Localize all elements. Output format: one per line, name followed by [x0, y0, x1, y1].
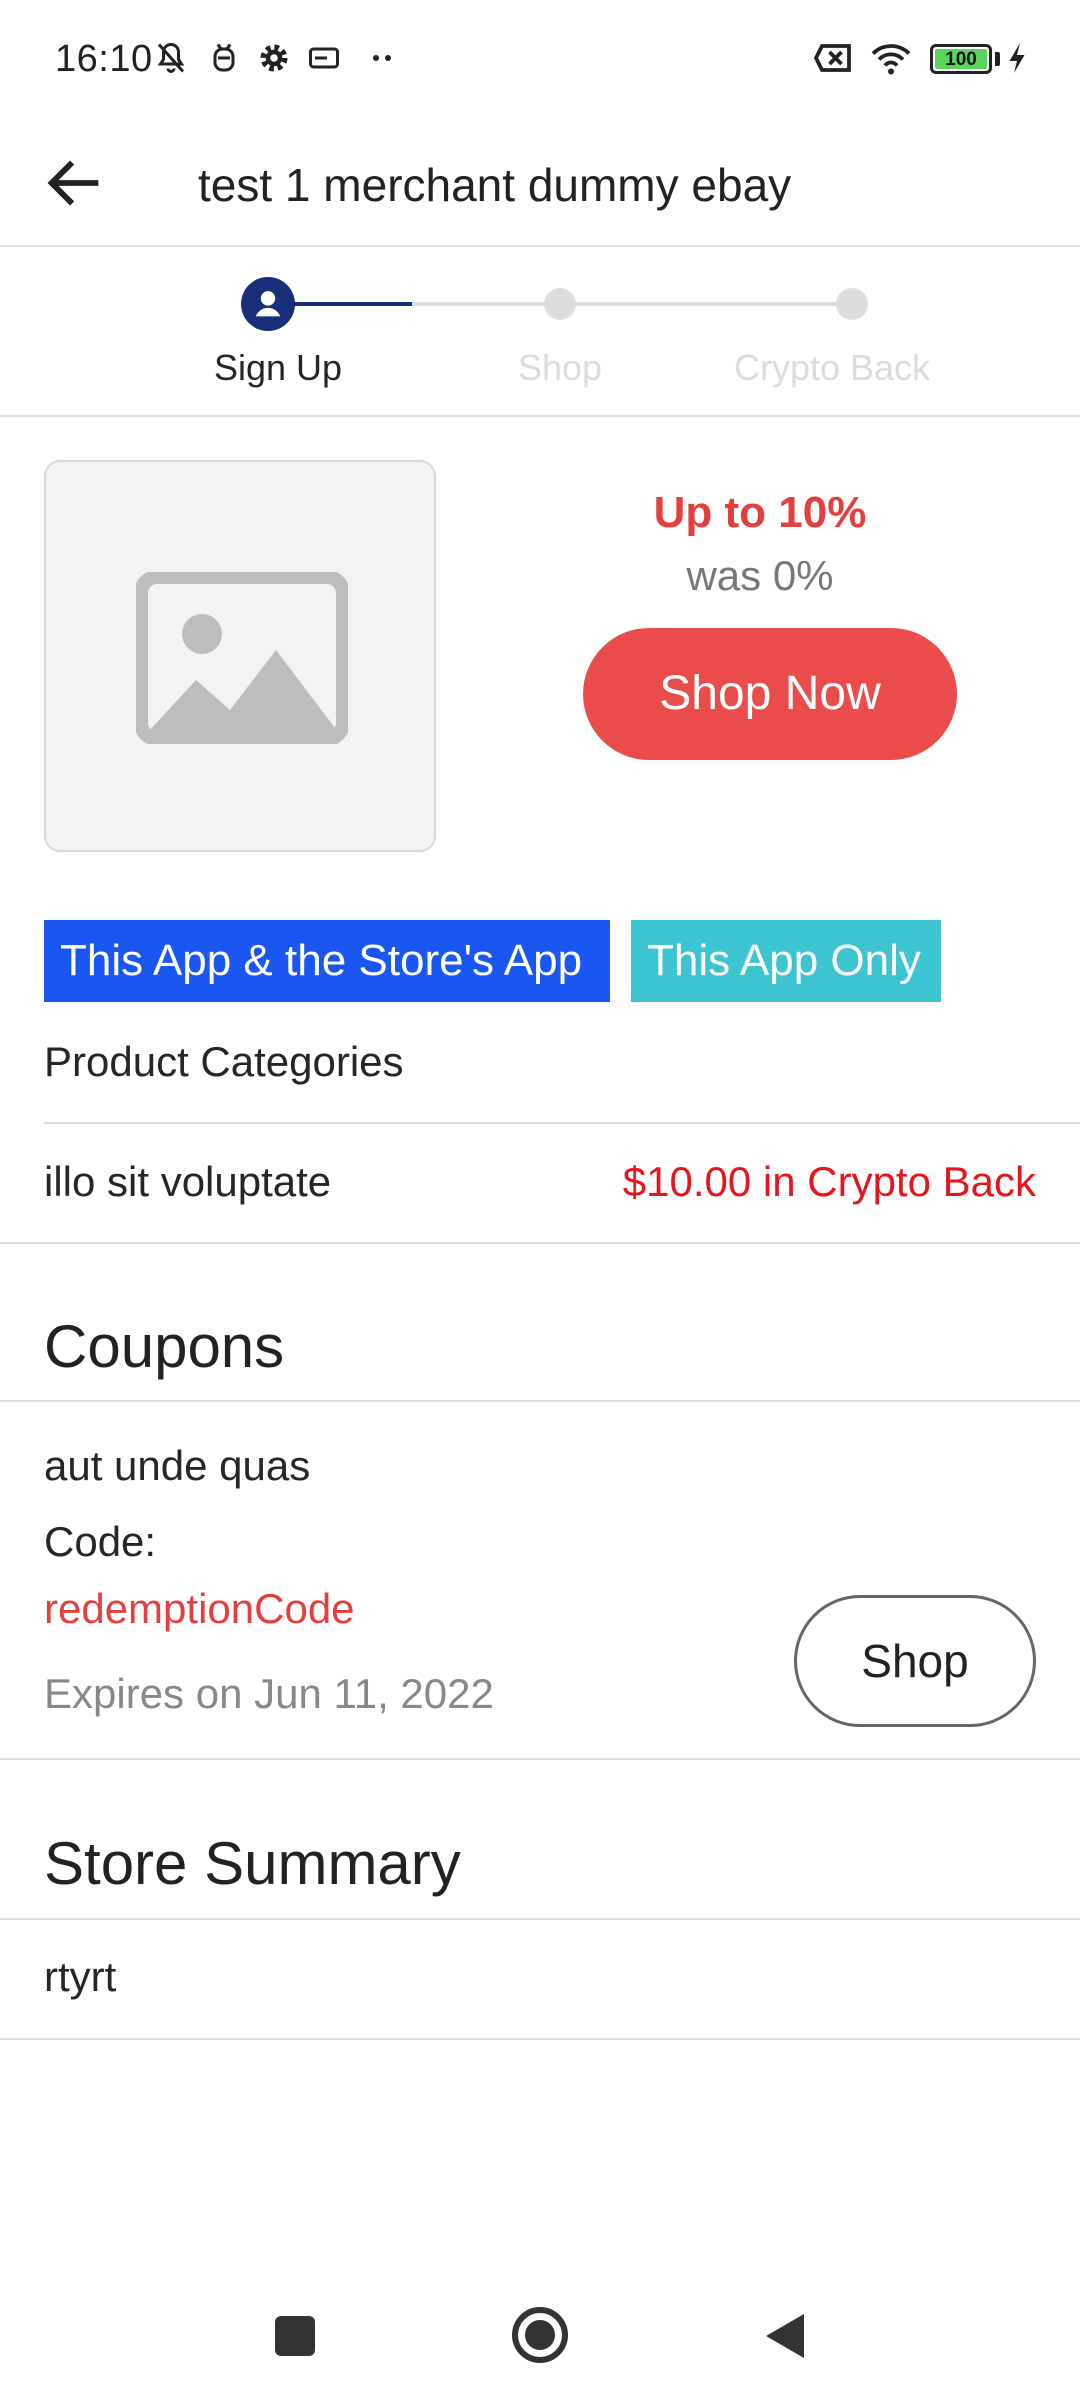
more-dots-icon: [364, 40, 400, 76]
battery-nub: [995, 52, 1000, 66]
divider: [0, 1242, 1080, 1244]
progress-stepper: Sign Up Shop Crypto Back: [0, 247, 1080, 417]
charging-bolt-icon: [1004, 40, 1030, 76]
coupon-shop-button[interactable]: Shop: [794, 1595, 1036, 1727]
home-circle-icon: [512, 2307, 568, 2363]
product-categories-heading: Product Categories: [44, 1038, 404, 1085]
divider: [0, 1918, 1080, 1920]
status-bar: 16:10 100: [0, 0, 1080, 120]
step-label-cryptoback: Crypto Back: [733, 347, 931, 388]
recents-button[interactable]: [274, 2315, 316, 2357]
battery-level: 100: [935, 49, 987, 70]
cashback-rate: Up to 10%: [653, 488, 867, 537]
bell-off-icon: [153, 40, 189, 76]
status-time: 16:10: [55, 38, 153, 80]
page-title: test 1 merchant dummy ebay: [198, 159, 792, 211]
coupon-code-label: Code:: [44, 1518, 157, 1565]
coupon-expiry: Expires on Jun 11, 2022: [44, 1670, 494, 1717]
wifi-icon: [868, 40, 914, 76]
coupon-code: redemptionCode: [44, 1585, 355, 1632]
divider: [0, 1758, 1080, 1760]
shop-now-button[interactable]: Shop Now: [583, 628, 957, 760]
recents-square-icon: [275, 2316, 315, 2356]
previous-rate: was 0%: [686, 552, 834, 599]
battery-icon: 100: [930, 44, 992, 74]
store-summary-text: rtyrt: [44, 1953, 117, 2000]
back-triangle-icon: [766, 2314, 804, 2358]
step-label-signup: Sign Up: [213, 347, 343, 388]
store-summary-heading: Store Summary: [44, 1830, 461, 1897]
step-label-shop: Shop: [517, 347, 603, 388]
home-button[interactable]: [510, 2305, 570, 2365]
step-cryptoback-dot: [836, 288, 868, 320]
coupon-title: aut unde quas: [44, 1442, 311, 1489]
step-signup-dot: [241, 277, 295, 331]
category-name: illo sit voluptate: [44, 1158, 332, 1205]
card-icon: [306, 40, 342, 76]
back-nav-button[interactable]: [762, 2311, 806, 2361]
category-cashback: $10.00 in Crypto Back: [622, 1158, 1036, 1205]
system-nav-bar: [0, 2275, 1080, 2400]
sim-cross-icon: [812, 40, 856, 76]
step-shop-dot: [544, 288, 576, 320]
tag-both-apps: This App & the Store's App: [44, 920, 610, 1002]
coupons-heading: Coupons: [44, 1313, 285, 1380]
divider: [0, 1400, 1080, 1402]
back-button[interactable]: [40, 148, 110, 218]
user-icon: [255, 291, 281, 317]
app-header: test 1 merchant dummy ebay: [0, 120, 1080, 247]
arrow-left-icon: [47, 160, 99, 206]
divider: [0, 2038, 1080, 2040]
merchant-image: [44, 460, 436, 852]
step-connector-inactive: [412, 302, 852, 306]
gear-icon: [256, 40, 292, 76]
tag-this-app-only: This App Only: [631, 920, 941, 1002]
android-robot-icon: [206, 40, 242, 76]
divider: [44, 1122, 1080, 1124]
image-placeholder-icon: [136, 572, 348, 744]
